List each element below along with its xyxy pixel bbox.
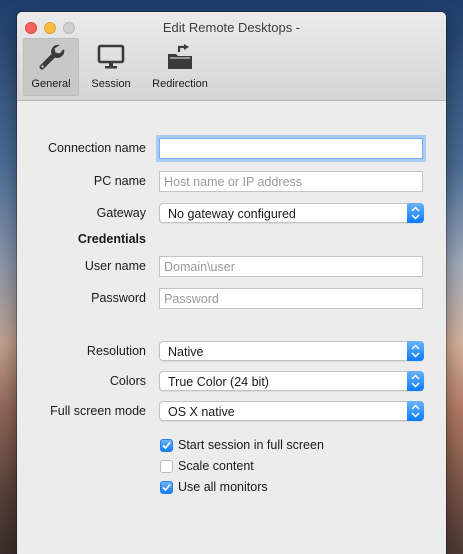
updown-arrows-icon <box>407 371 424 391</box>
desktop-wallpaper-right <box>445 0 463 554</box>
tab-session-label: Session <box>91 78 131 90</box>
checkmark-icon <box>162 441 171 450</box>
connection-name-label: Connection name <box>48 141 146 155</box>
updown-arrows-icon <box>407 401 424 421</box>
user-name-input[interactable] <box>159 256 423 277</box>
general-pane: Connection name PC name Gateway No gatew… <box>17 101 446 554</box>
tab-redirection-label: Redirection <box>152 78 208 90</box>
tab-general[interactable]: General <box>23 38 79 96</box>
gateway-select[interactable]: No gateway configured <box>159 203 424 223</box>
window-title: Edit Remote Desktops - <box>162 20 301 35</box>
full-screen-mode-select[interactable]: OS X native <box>159 401 424 421</box>
credentials-heading: Credentials <box>77 232 146 246</box>
tab-session[interactable]: Session <box>85 38 137 96</box>
edit-remote-desktops-window: Edit Remote Desktops - General Session R… <box>17 12 446 554</box>
use-all-monitors-label: Use all monitors <box>178 480 268 494</box>
colors-value: True Color (24 bit) <box>168 375 269 389</box>
start-fullscreen-label: Start session in full screen <box>178 438 324 452</box>
colors-label: Colors <box>109 374 146 388</box>
tab-general-label: General <box>31 78 71 90</box>
full-screen-mode-value: OS X native <box>168 405 235 419</box>
resolution-value: Native <box>168 345 204 359</box>
checkmark-icon <box>162 483 171 492</box>
updown-arrows-icon <box>407 341 424 361</box>
use-all-monitors-checkbox[interactable] <box>160 481 173 494</box>
user-name-label: User name <box>84 259 146 273</box>
scale-content-label: Scale content <box>178 459 254 473</box>
colors-select[interactable]: True Color (24 bit) <box>159 371 424 391</box>
folder-redirect-icon <box>168 44 192 69</box>
wrench-icon <box>39 44 65 70</box>
connection-name-input[interactable] <box>159 138 423 159</box>
pc-name-label: PC name <box>93 174 146 188</box>
gateway-value: No gateway configured <box>168 207 296 221</box>
updown-arrows-icon <box>407 203 424 223</box>
monitor-icon <box>97 44 125 69</box>
start-fullscreen-checkbox[interactable] <box>160 439 173 452</box>
password-label: Password <box>91 291 146 305</box>
resolution-select[interactable]: Native <box>159 341 424 361</box>
full-screen-mode-label: Full screen mode <box>50 404 146 418</box>
scale-content-checkbox[interactable] <box>160 460 173 473</box>
titlebar: Edit Remote Desktops - General Session R… <box>17 12 446 101</box>
gateway-label: Gateway <box>96 206 146 220</box>
password-input[interactable] <box>159 288 423 309</box>
tab-redirection[interactable]: Redirection <box>145 38 215 96</box>
desktop-wallpaper-left <box>0 0 18 554</box>
resolution-label: Resolution <box>86 344 146 358</box>
pc-name-input[interactable] <box>159 171 423 192</box>
